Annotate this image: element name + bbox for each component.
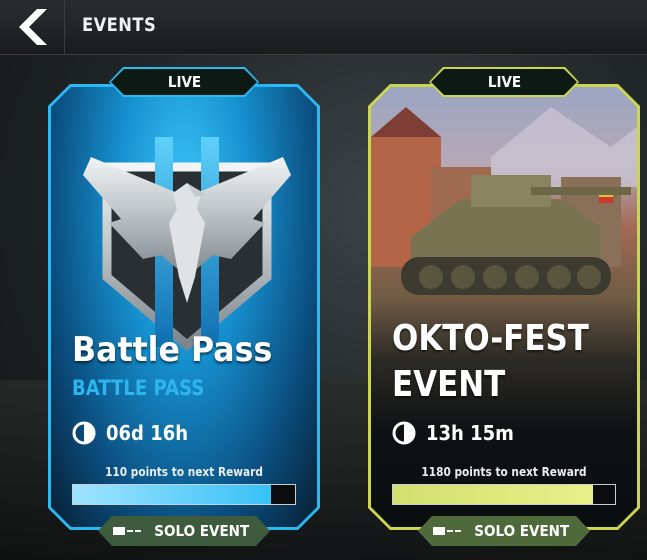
reward-progress-fill — [393, 485, 593, 504]
event-type-tab: SOLO EVENT — [418, 516, 590, 546]
points-to-next-reward: 1180 points to next Reward — [421, 465, 587, 479]
reward-progress-bar — [392, 484, 616, 505]
event-type-tab: SOLO EVENT — [98, 516, 270, 546]
card-body — [371, 87, 637, 527]
event-card-okto-fest[interactable]: LIVE OKTO-FEST EVENT 13h 15m 1180 points… — [368, 84, 640, 530]
timer-row: 06d 16h — [72, 421, 197, 445]
live-status-tab: LIVE — [429, 67, 579, 97]
event-timer: 13h 15m — [426, 421, 514, 445]
clock-icon — [392, 421, 416, 445]
live-status-label: LIVE — [487, 73, 521, 91]
solo-event-icon — [113, 525, 141, 537]
top-bar: EVENTS — [0, 0, 647, 55]
solo-event-icon — [433, 525, 461, 537]
event-subtitle: BATTLE PASS — [72, 376, 205, 400]
event-card-battle-pass[interactable]: LIVE Battle Pass BATTLE PASS 06d 16h 110… — [48, 84, 320, 530]
live-status-label: LIVE — [167, 73, 201, 91]
timer-row: 13h 15m — [392, 421, 524, 445]
card-body — [51, 87, 317, 527]
back-button[interactable] — [0, 0, 65, 54]
event-title-line2: EVENT — [392, 364, 506, 405]
reward-progress-bar — [72, 484, 296, 505]
back-arrow-icon — [19, 9, 47, 45]
event-title-line1: OKTO-FEST — [392, 318, 589, 359]
live-status-tab: LIVE — [109, 67, 259, 97]
event-type-label: SOLO EVENT — [154, 522, 250, 540]
event-timer: 06d 16h — [106, 421, 189, 445]
event-title: Battle Pass — [72, 330, 273, 370]
clock-icon — [72, 421, 96, 445]
page-title: EVENTS — [82, 14, 157, 36]
points-to-next-reward: 110 points to next Reward — [105, 465, 263, 479]
tank-artwork — [371, 87, 637, 337]
eagle-emblem-icon — [69, 127, 305, 357]
reward-progress-fill — [73, 485, 271, 504]
event-type-label: SOLO EVENT — [474, 522, 570, 540]
